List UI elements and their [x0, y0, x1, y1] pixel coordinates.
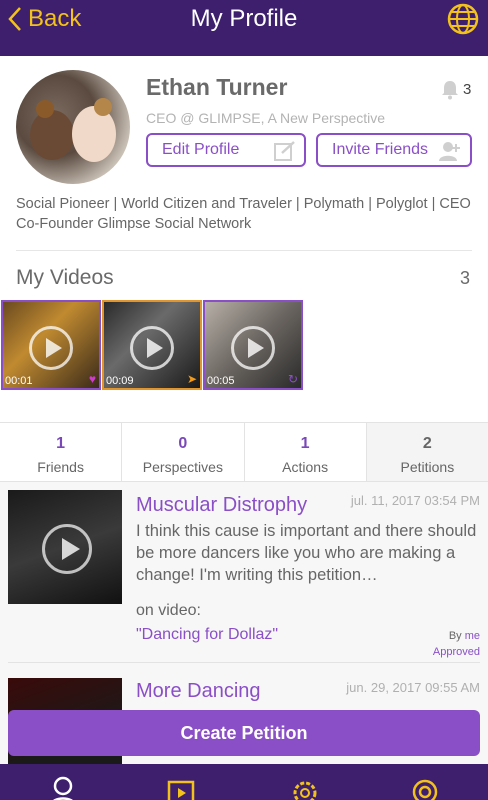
- create-petition-button[interactable]: Create Petition: [8, 710, 480, 756]
- petition-title[interactable]: More Dancing: [136, 680, 261, 703]
- author-link[interactable]: me: [465, 630, 480, 642]
- divider: [16, 250, 472, 251]
- stat-label: Friends: [37, 459, 84, 475]
- profile-bio: Social Pioneer | World Citizen and Trave…: [16, 196, 471, 232]
- tab-friends[interactable]: 1 Friends: [0, 423, 123, 481]
- profile-stats-tabs: 1 Friends 0 Perspectives 1 Actions 2 Pet…: [0, 422, 488, 482]
- video-thumbnail[interactable]: 00:09 ➤: [102, 300, 202, 390]
- petition-title[interactable]: Muscular Distrophy: [136, 494, 307, 517]
- petition-video-thumbnail[interactable]: [8, 490, 122, 604]
- location-icon[interactable]: [410, 776, 440, 800]
- refresh-icon: ↻: [287, 372, 298, 386]
- stat-value: 1: [300, 435, 310, 452]
- invite-friends-button[interactable]: Invite Friends: [316, 133, 472, 167]
- bell-icon[interactable]: [440, 80, 460, 100]
- avatar-filter-ear: [36, 100, 54, 118]
- page-title: My Profile: [190, 5, 298, 32]
- my-videos-title: My Videos: [16, 266, 114, 289]
- stat-value: 0: [178, 435, 188, 452]
- petition-body: I think this cause is important and ther…: [136, 522, 477, 584]
- avatar-filter-ear: [94, 98, 112, 116]
- edit-profile-button[interactable]: Edit Profile: [146, 133, 306, 167]
- profile-icon[interactable]: [48, 776, 78, 800]
- tab-perspectives[interactable]: 0 Perspectives: [122, 423, 245, 481]
- add-user-icon: [439, 142, 460, 161]
- play-icon: [29, 326, 73, 370]
- running-icon: ➤: [186, 372, 197, 386]
- petition-date: jul. 11, 2017 03:54 PM: [350, 493, 480, 508]
- petition-author: By me: [449, 630, 480, 642]
- profile-name: Ethan Turner: [146, 74, 288, 100]
- tab-petitions[interactable]: 2 Petitions: [366, 423, 488, 481]
- stat-label: Actions: [282, 459, 329, 475]
- profile-tagline: CEO @ GLIMPSE, A New Perspective: [146, 110, 386, 126]
- video-thumbnail[interactable]: 00:01 ♥: [1, 300, 101, 390]
- edit-icon: [274, 141, 295, 161]
- avatar[interactable]: [16, 70, 130, 184]
- top-bar: Back My Profile: [0, 0, 488, 56]
- play-icon: [130, 326, 174, 370]
- video-link[interactable]: "Dancing for Dollaz": [136, 626, 278, 644]
- video-duration: 00:09: [106, 375, 134, 387]
- avatar-face: [72, 106, 116, 162]
- divider: [8, 662, 480, 663]
- on-video-label: on video:: [136, 602, 201, 619]
- video-gallery-icon[interactable]: [166, 776, 196, 800]
- edit-profile-label: Edit Profile: [162, 141, 240, 158]
- by-label: By: [448, 630, 462, 642]
- stat-value: 2: [422, 435, 432, 452]
- petition-date: jun. 29, 2017 09:55 AM: [346, 680, 480, 695]
- play-icon: [42, 524, 92, 574]
- settings-gear-icon[interactable]: [290, 776, 320, 800]
- stat-value: 1: [56, 435, 66, 452]
- video-thumbnail[interactable]: 00:05 ↻: [203, 300, 303, 390]
- video-duration: 00:05: [207, 375, 235, 387]
- globe-icon[interactable]: [446, 2, 480, 36]
- stat-label: Petitions: [400, 459, 455, 475]
- video-duration: 00:01: [5, 375, 33, 387]
- invite-friends-label: Invite Friends: [332, 141, 429, 158]
- heart-icon: ♥: [88, 372, 96, 386]
- my-videos-count: 3: [460, 268, 471, 288]
- avatar-face: [30, 110, 74, 160]
- tab-actions[interactable]: 1 Actions: [245, 423, 367, 481]
- status-badge: Approved: [432, 646, 480, 658]
- notification-count: 3: [463, 81, 472, 98]
- stat-label: Perspectives: [142, 459, 223, 475]
- bottom-nav: [0, 764, 488, 800]
- play-icon: [231, 326, 275, 370]
